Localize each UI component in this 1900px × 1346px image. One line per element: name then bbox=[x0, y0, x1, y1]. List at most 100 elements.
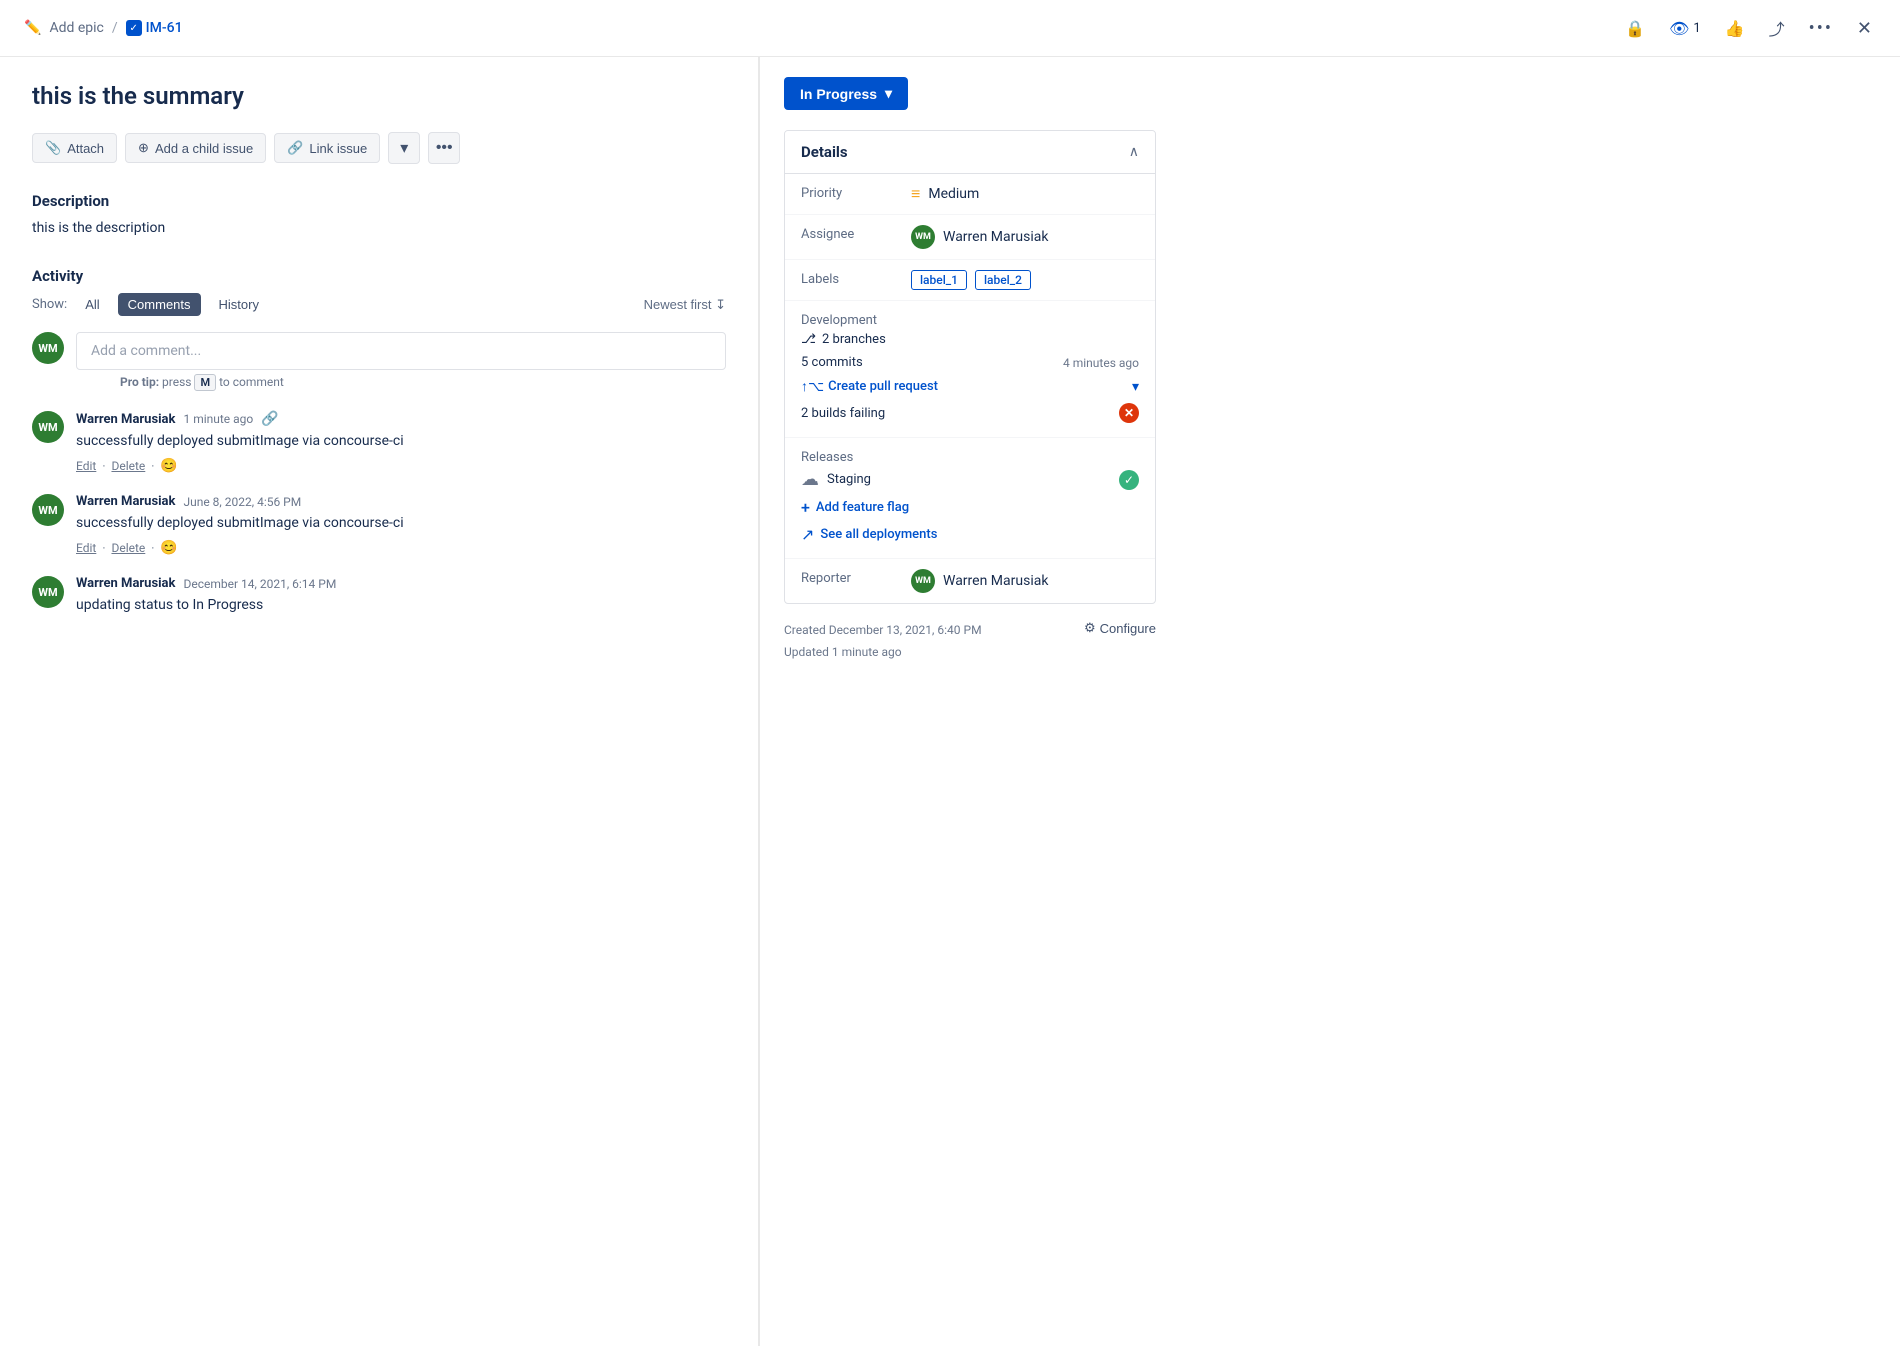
lock-button[interactable]: 🔒 bbox=[1621, 15, 1649, 42]
pro-tip-suffix: to comment bbox=[219, 375, 284, 389]
issue-id[interactable]: ✓ IM-61 bbox=[126, 20, 183, 36]
priority-value: ≡ Medium bbox=[911, 184, 1139, 204]
edit-link[interactable]: Edit bbox=[76, 459, 96, 473]
status-button[interactable]: In Progress ▾ bbox=[784, 77, 908, 110]
delete-link[interactable]: Delete bbox=[111, 541, 145, 555]
comment-meta: Warren Marusiak June 8, 2022, 4:56 PM bbox=[76, 494, 726, 509]
details-header: Details ∧ bbox=[785, 131, 1155, 174]
watch-count: 1 bbox=[1693, 21, 1700, 36]
configure-button[interactable]: ⚙ Configure bbox=[1084, 620, 1156, 636]
comment-input-row: WM Add a comment... Pro tip: press M to … bbox=[32, 332, 726, 391]
add-feature-link[interactable]: + Add feature flag bbox=[801, 494, 1139, 521]
key-badge: M bbox=[194, 374, 216, 391]
create-pr-item: ↑⌥ Create pull request ▾ bbox=[801, 374, 1139, 399]
description-title: Description bbox=[32, 192, 726, 210]
comment-meta: Warren Marusiak 1 minute ago 🔗 bbox=[76, 411, 726, 427]
share-button[interactable]: ⤴ bbox=[1765, 12, 1789, 44]
avatar: WM bbox=[32, 411, 64, 443]
current-user-avatar: WM bbox=[32, 332, 64, 364]
right-panel: In Progress ▾ Details ∧ Priority ≡ Mediu… bbox=[760, 57, 1180, 1346]
details-header-title: Details bbox=[801, 143, 848, 161]
edit-link[interactable]: Edit bbox=[76, 541, 96, 555]
main-content: this is the summary 📎 Attach ⊕ Add a chi… bbox=[0, 57, 1900, 1346]
top-bar-actions: 🔒 👁 1 👍 ⤴ ••• ✕ bbox=[1621, 12, 1876, 44]
comment-actions: Edit · Delete · 😊 bbox=[76, 458, 726, 474]
add-feature-label: Add feature flag bbox=[816, 500, 909, 515]
assignee-name: Warren Marusiak bbox=[943, 229, 1048, 245]
label-badge-1[interactable]: label_1 bbox=[911, 270, 967, 290]
like-button[interactable]: 👍 bbox=[1721, 15, 1749, 42]
pencil-icon: ✏️ bbox=[24, 20, 41, 36]
labels-value: label_1 label_2 bbox=[911, 270, 1139, 290]
tab-comments[interactable]: Comments bbox=[118, 293, 201, 316]
attach-button[interactable]: 📎 Attach bbox=[32, 133, 117, 163]
pro-tip-prefix: Pro tip: bbox=[120, 375, 159, 389]
add-child-button[interactable]: ⊕ Add a child issue bbox=[125, 133, 266, 163]
close-button[interactable]: ✕ bbox=[1853, 14, 1876, 43]
staging-item: ☁ Staging ✓ bbox=[801, 465, 1139, 494]
comment-item: WM Warren Marusiak June 8, 2022, 4:56 PM… bbox=[32, 494, 726, 556]
assignee-label: Assignee bbox=[801, 225, 911, 242]
detail-assignee-row: Assignee WM Warren Marusiak bbox=[785, 215, 1155, 260]
action-buttons: 📎 Attach ⊕ Add a child issue 🔗 Link issu… bbox=[32, 132, 726, 164]
comment-text: successfully deployed submitImage via co… bbox=[76, 431, 726, 452]
breadcrumb-separator: / bbox=[112, 20, 118, 36]
detail-development-row: Development ⎇ 2 branches 5 commits 4 min… bbox=[785, 301, 1155, 438]
link-icon[interactable]: 🔗 bbox=[261, 411, 278, 427]
status-label: In Progress bbox=[800, 86, 877, 102]
comment-text: successfully deployed submitImage via co… bbox=[76, 513, 726, 534]
details-section: Details ∧ Priority ≡ Medium Assignee WM … bbox=[784, 130, 1156, 604]
comment-text: updating status to In Progress bbox=[76, 595, 726, 616]
emoji-button[interactable]: 😊 bbox=[160, 540, 177, 556]
left-panel: this is the summary 📎 Attach ⊕ Add a chi… bbox=[0, 57, 760, 1346]
create-pr-chevron-icon: ▾ bbox=[1132, 379, 1139, 395]
link-issue-button[interactable]: 🔗 Link issue bbox=[274, 133, 380, 163]
activity-title: Activity bbox=[32, 267, 726, 285]
reporter-avatar: WM bbox=[911, 569, 935, 593]
like-icon: 👍 bbox=[1725, 19, 1745, 38]
tab-all[interactable]: All bbox=[75, 293, 109, 316]
sort-button[interactable]: Newest first ↧ bbox=[644, 297, 726, 313]
detail-priority-row: Priority ≡ Medium bbox=[785, 174, 1155, 215]
comment-input[interactable]: Add a comment... bbox=[76, 332, 726, 370]
label-badge-2[interactable]: label_2 bbox=[975, 270, 1031, 290]
create-pr-link[interactable]: ↑⌥ Create pull request bbox=[801, 378, 938, 395]
chevron-down-icon: ▾ bbox=[400, 138, 408, 158]
description-text: this is the description bbox=[32, 218, 726, 239]
commits-time: 4 minutes ago bbox=[1063, 356, 1139, 370]
comment-author: Warren Marusiak bbox=[76, 412, 175, 427]
details-collapse-icon[interactable]: ∧ bbox=[1129, 144, 1139, 160]
development-label: Development bbox=[801, 311, 911, 328]
add-child-icon: ⊕ bbox=[138, 140, 149, 156]
pr-icon: ↑⌥ bbox=[801, 378, 824, 395]
lock-icon: 🔒 bbox=[1625, 19, 1645, 38]
add-child-label: Add a child issue bbox=[155, 141, 253, 156]
reporter-label: Reporter bbox=[801, 569, 911, 586]
more-button[interactable]: ••• bbox=[1805, 14, 1837, 43]
delete-link[interactable]: Delete bbox=[111, 459, 145, 473]
branches-text: 2 branches bbox=[822, 332, 886, 347]
watch-button[interactable]: 👁 1 bbox=[1665, 15, 1705, 42]
detail-releases-row: Releases ☁ Staging ✓ + Add feature flag bbox=[785, 438, 1155, 559]
tab-history[interactable]: History bbox=[209, 293, 269, 316]
labels-label: Labels bbox=[801, 270, 911, 287]
footer-info: Created December 13, 2021, 6:40 PM Updat… bbox=[784, 620, 1156, 663]
footer-dates: Created December 13, 2021, 6:40 PM Updat… bbox=[784, 620, 982, 663]
emoji-button[interactable]: 😊 bbox=[160, 458, 177, 474]
priority-icon: ≡ bbox=[911, 184, 920, 204]
see-deployments-link[interactable]: ↗ See all deployments bbox=[801, 521, 1139, 548]
more-actions-button[interactable]: ••• bbox=[428, 132, 460, 164]
issue-checkbox-icon: ✓ bbox=[126, 20, 142, 36]
priority-text: Medium bbox=[928, 186, 979, 202]
share-icon: ⤴ bbox=[1769, 16, 1785, 40]
expand-button[interactable]: ▾ bbox=[388, 132, 420, 164]
staging-label: Staging bbox=[827, 472, 871, 487]
link-icon: 🔗 bbox=[287, 140, 303, 156]
detail-labels-row: Labels label_1 label_2 bbox=[785, 260, 1155, 301]
status-chevron-icon: ▾ bbox=[885, 85, 892, 102]
add-epic-label[interactable]: Add epic bbox=[49, 20, 103, 36]
arrow-icon: ↗ bbox=[801, 525, 814, 544]
branch-icon: ⎇ bbox=[801, 332, 816, 347]
comment-author: Warren Marusiak bbox=[76, 576, 175, 591]
show-label: Show: bbox=[32, 297, 67, 312]
